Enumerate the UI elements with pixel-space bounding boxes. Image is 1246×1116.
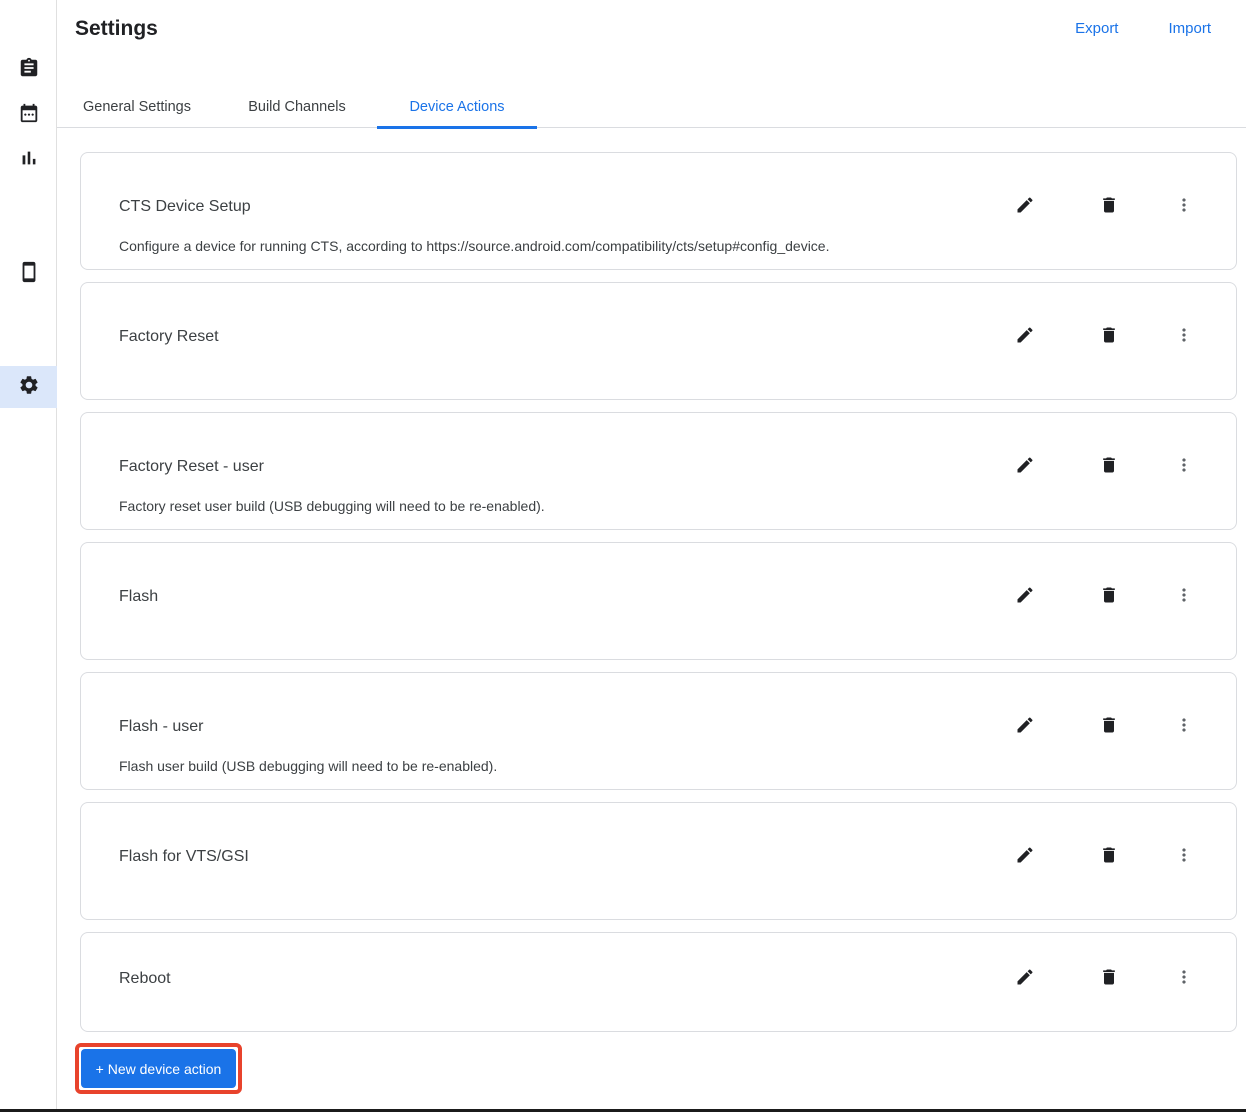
delete-button[interactable]	[1087, 575, 1131, 619]
tab-device-actions[interactable]: Device Actions	[377, 85, 537, 129]
sidebar-item-settings[interactable]	[0, 366, 57, 408]
pencil-icon	[1015, 325, 1035, 350]
sidebar-item-devices[interactable]	[0, 253, 57, 295]
device-action-card: CTS Device Setup Configure a device for …	[80, 152, 1237, 270]
card-row: Factory Reset	[119, 325, 1206, 349]
card-row: Flash - user	[119, 715, 1206, 739]
smartphone-icon	[18, 261, 40, 288]
trash-icon	[1099, 845, 1119, 870]
device-action-description: Flash user build (USB debugging will nee…	[119, 758, 498, 774]
device-action-title: CTS Device Setup	[119, 198, 251, 215]
device-action-card: Reboot	[80, 932, 1237, 1032]
import-link[interactable]: Import	[1168, 20, 1211, 37]
device-action-card: Factory Reset	[80, 282, 1237, 400]
calendar-icon	[18, 102, 40, 129]
sidebar	[0, 0, 57, 1109]
tab-general-settings[interactable]: General Settings	[57, 85, 217, 128]
tab-bar: General Settings Build Channels Device A…	[57, 85, 1246, 129]
delete-button[interactable]	[1087, 957, 1131, 1001]
more-options-button[interactable]	[1162, 575, 1206, 619]
edit-button[interactable]	[1003, 705, 1047, 749]
card-row: CTS Device Setup	[119, 195, 1206, 219]
pencil-icon	[1015, 195, 1035, 220]
trash-icon	[1099, 195, 1119, 220]
pencil-icon	[1015, 845, 1035, 870]
delete-button[interactable]	[1087, 445, 1131, 489]
sidebar-item-tasks[interactable]	[0, 49, 57, 91]
more-options-button[interactable]	[1162, 835, 1206, 879]
edit-button[interactable]	[1003, 575, 1047, 619]
more-options-button[interactable]	[1162, 185, 1206, 229]
trash-icon	[1099, 325, 1119, 350]
more-vert-icon	[1174, 195, 1194, 220]
window-bottom-edge	[0, 1109, 1246, 1112]
device-action-card: Flash for VTS/GSI	[80, 802, 1237, 920]
device-action-title: Factory Reset - user	[119, 458, 264, 475]
tab-build-channels[interactable]: Build Channels	[217, 85, 377, 128]
card-row: Factory Reset - user	[119, 455, 1206, 479]
card-row: Flash for VTS/GSI	[119, 845, 1206, 869]
trash-icon	[1099, 967, 1119, 992]
edit-button[interactable]	[1003, 185, 1047, 229]
page-title: Settings	[75, 17, 158, 40]
more-options-button[interactable]	[1162, 705, 1206, 749]
export-link[interactable]: Export	[1075, 20, 1118, 37]
pencil-icon	[1015, 455, 1035, 480]
trash-icon	[1099, 715, 1119, 740]
sidebar-item-calendar[interactable]	[0, 94, 57, 136]
more-options-button[interactable]	[1162, 445, 1206, 489]
edit-button[interactable]	[1003, 445, 1047, 489]
delete-button[interactable]	[1087, 705, 1131, 749]
delete-button[interactable]	[1087, 185, 1131, 229]
action-highlight-box: + New device action	[75, 1043, 242, 1094]
new-device-action-button[interactable]: + New device action	[81, 1049, 236, 1088]
more-vert-icon	[1174, 585, 1194, 610]
more-vert-icon	[1174, 967, 1194, 992]
device-action-description: Configure a device for running CTS, acco…	[119, 238, 830, 254]
edit-button[interactable]	[1003, 835, 1047, 879]
settings-gear-icon	[18, 374, 40, 401]
device-action-title: Reboot	[119, 970, 171, 987]
sidebar-item-reports[interactable]	[0, 139, 57, 181]
device-action-title: Flash - user	[119, 718, 204, 735]
trash-icon	[1099, 585, 1119, 610]
delete-button[interactable]	[1087, 315, 1131, 359]
pencil-icon	[1015, 715, 1035, 740]
edit-button[interactable]	[1003, 315, 1047, 359]
more-vert-icon	[1174, 325, 1194, 350]
card-row: Reboot	[119, 967, 1206, 991]
more-vert-icon	[1174, 455, 1194, 480]
more-vert-icon	[1174, 715, 1194, 740]
device-action-list: CTS Device Setup Configure a device for …	[80, 152, 1237, 1032]
edit-button[interactable]	[1003, 957, 1047, 1001]
trash-icon	[1099, 455, 1119, 480]
pencil-icon	[1015, 967, 1035, 992]
device-action-card: Flash	[80, 542, 1237, 660]
device-action-card: Factory Reset - user Factory reset user …	[80, 412, 1237, 530]
more-vert-icon	[1174, 845, 1194, 870]
card-row: Flash	[119, 585, 1206, 609]
header-links: Export Import	[1075, 20, 1211, 37]
more-options-button[interactable]	[1162, 315, 1206, 359]
bar-chart-icon	[18, 147, 40, 174]
main-content: Settings Export Import General Settings …	[57, 0, 1246, 1109]
delete-button[interactable]	[1087, 835, 1131, 879]
device-action-title: Factory Reset	[119, 328, 219, 345]
device-action-description: Factory reset user build (USB debugging …	[119, 498, 545, 514]
device-action-title: Flash for VTS/GSI	[119, 848, 249, 865]
more-options-button[interactable]	[1162, 957, 1206, 1001]
device-action-title: Flash	[119, 588, 159, 605]
tasks-clipboard-icon	[18, 57, 40, 84]
pencil-icon	[1015, 585, 1035, 610]
device-action-card: Flash - user Flash user build (USB debug…	[80, 672, 1237, 790]
